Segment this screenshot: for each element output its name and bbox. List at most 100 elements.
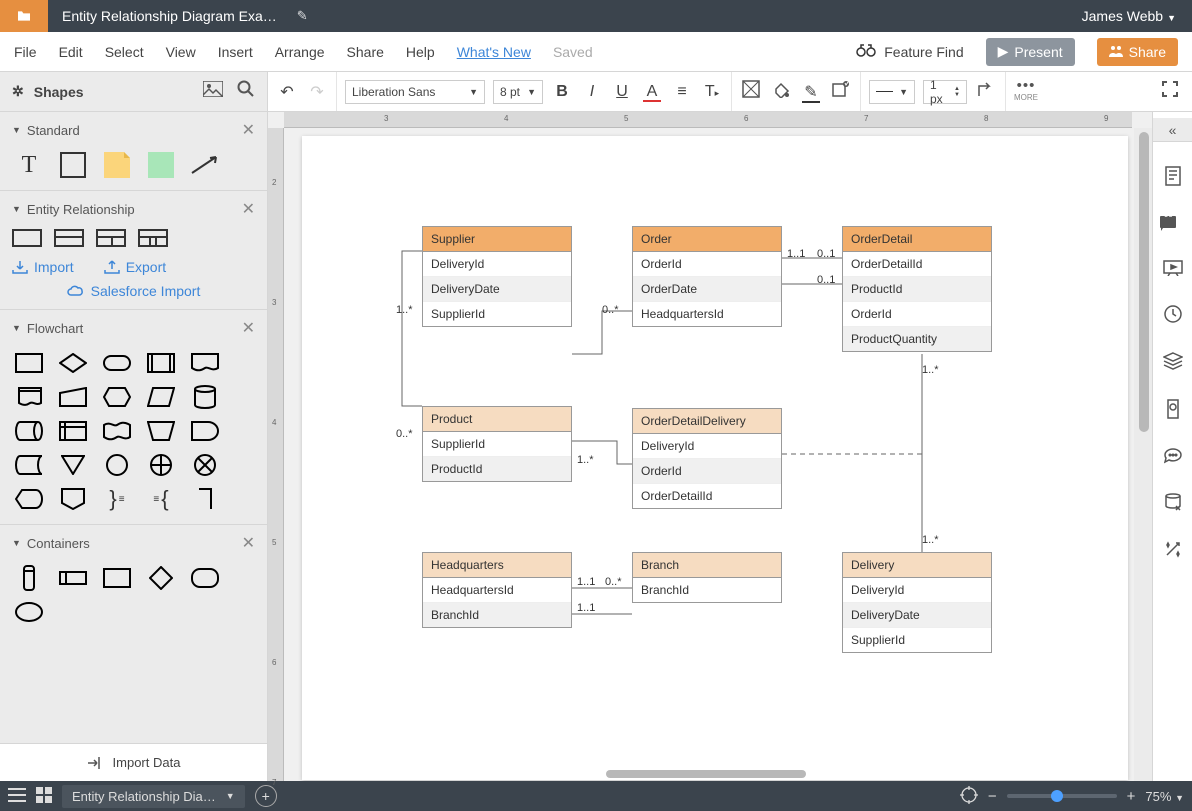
entity-order[interactable]: Order OrderId OrderDate HeadquartersId <box>632 226 782 327</box>
fc-merge[interactable] <box>58 454 88 476</box>
image-icon[interactable] <box>203 81 223 102</box>
document-title[interactable]: Entity Relationship Diagram Exa… <box>48 8 291 24</box>
presentation-icon[interactable] <box>1163 260 1183 281</box>
entity-supplier[interactable]: Supplier DeliveryId DeliveryDate Supplie… <box>422 226 572 327</box>
target-icon[interactable] <box>960 786 978 807</box>
import-data-button[interactable]: Import Data <box>0 743 267 781</box>
fc-or[interactable] <box>146 454 176 476</box>
cont-diamond[interactable] <box>146 567 176 589</box>
border-color-button[interactable]: ✎ <box>800 82 822 102</box>
master-icon[interactable] <box>1165 399 1181 424</box>
fc-paper-tape[interactable] <box>102 420 132 442</box>
chat-icon[interactable] <box>1164 448 1182 469</box>
fc-swimlane[interactable] <box>190 488 220 510</box>
cont-circle[interactable] <box>14 601 44 623</box>
entity-delivery[interactable]: Delivery DeliveryId DeliveryDate Supplie… <box>842 552 992 653</box>
line-style-select[interactable]: ▼ <box>869 80 915 104</box>
scrollbar-horizontal[interactable] <box>300 767 1112 781</box>
gear-icon[interactable]: ✲ <box>12 83 24 100</box>
fill-bucket-button[interactable] <box>770 80 792 103</box>
fc-summing[interactable] <box>190 454 220 476</box>
search-icon[interactable] <box>237 80 255 103</box>
fc-stored-data[interactable] <box>14 454 44 476</box>
menu-insert[interactable]: Insert <box>218 44 253 60</box>
text-style-button[interactable]: T▸ <box>701 83 723 101</box>
fc-delay[interactable] <box>190 420 220 442</box>
export-link[interactable]: Export <box>104 259 166 275</box>
cont-pill[interactable] <box>14 567 44 589</box>
close-icon[interactable]: ✕ <box>242 533 255 553</box>
user-menu[interactable]: James Webb▼ <box>1066 8 1192 24</box>
zoom-slider[interactable] <box>1007 794 1117 798</box>
entity-orderdetaildelivery[interactable]: OrderDetailDelivery DeliveryId OrderId O… <box>632 408 782 509</box>
section-er[interactable]: ▼Entity Relationship✕ <box>12 199 255 219</box>
menu-edit[interactable]: Edit <box>59 44 83 60</box>
zoom-in-button[interactable]: + <box>1127 788 1136 805</box>
collapse-rail-button[interactable]: « <box>1153 118 1192 142</box>
canvas-area[interactable]: 3 4 5 6 7 8 9 2 3 4 5 6 7 <box>268 112 1152 781</box>
menu-share[interactable]: Share <box>347 44 384 60</box>
fc-display[interactable] <box>14 488 44 510</box>
section-flowchart[interactable]: ▼Flowchart✕ <box>12 318 255 338</box>
block-shape[interactable] <box>58 154 88 176</box>
scrollbar-vertical[interactable] <box>1134 128 1152 781</box>
zoom-out-button[interactable]: − <box>988 788 997 805</box>
close-icon[interactable]: ✕ <box>242 120 255 140</box>
fullscreen-button[interactable] <box>1162 81 1178 102</box>
cont-rect-h[interactable] <box>58 567 88 589</box>
section-standard[interactable]: ▼Standard✕ <box>12 120 255 140</box>
text-shape[interactable]: T <box>14 154 44 176</box>
fc-note-right[interactable]: ≡{ <box>146 488 176 510</box>
note-shape[interactable] <box>102 154 132 176</box>
text-color-button[interactable]: A <box>641 83 663 101</box>
line-width-select[interactable]: 1 px▲▼ <box>923 80 967 104</box>
fc-database[interactable] <box>190 386 220 408</box>
grid-view-icon[interactable] <box>36 787 52 806</box>
fc-manual-op[interactable] <box>146 420 176 442</box>
entity-product[interactable]: Product SupplierId ProductId <box>422 406 572 482</box>
section-containers[interactable]: ▼Containers✕ <box>12 533 255 553</box>
er-entity-3col-shape[interactable] <box>138 229 168 247</box>
fc-offpage[interactable] <box>58 488 88 510</box>
hotspot-shape[interactable] <box>146 154 176 176</box>
font-select[interactable]: Liberation Sans▼ <box>345 80 485 104</box>
feature-find[interactable]: Feature Find <box>856 43 963 61</box>
doc-icon[interactable] <box>1164 166 1182 191</box>
fc-manual-input[interactable] <box>58 386 88 408</box>
entity-branch[interactable]: Branch BranchId <box>632 552 782 603</box>
align-button[interactable]: ≡ <box>671 83 693 101</box>
bold-button[interactable]: B <box>551 83 573 101</box>
fc-data[interactable] <box>146 386 176 408</box>
er-entity-shape[interactable] <box>12 229 42 247</box>
close-icon[interactable]: ✕ <box>242 199 255 219</box>
menu-arrange[interactable]: Arrange <box>275 44 325 60</box>
folder-icon[interactable] <box>0 0 48 32</box>
history-icon[interactable] <box>1164 305 1182 328</box>
fc-multidoc[interactable] <box>14 386 44 408</box>
shape-options-button[interactable] <box>830 80 852 103</box>
fc-terminator[interactable] <box>102 352 132 374</box>
redo-button[interactable]: ↷ <box>306 82 328 102</box>
add-page-button[interactable]: + <box>255 785 277 807</box>
er-entity-2col-shape[interactable] <box>96 229 126 247</box>
fc-decision[interactable] <box>58 352 88 374</box>
er-entity-fields-shape[interactable] <box>54 229 84 247</box>
entity-orderdetail[interactable]: OrderDetail OrderDetailId ProductId Orde… <box>842 226 992 352</box>
italic-button[interactable]: I <box>581 83 603 101</box>
menu-select[interactable]: Select <box>105 44 144 60</box>
zoom-level[interactable]: 75% ▼ <box>1145 789 1184 804</box>
font-size-select[interactable]: 8 pt▼ <box>493 80 543 104</box>
fc-process[interactable] <box>14 352 44 374</box>
data-icon[interactable] <box>1164 493 1182 516</box>
underline-button[interactable]: U <box>611 83 633 101</box>
fc-predefined[interactable] <box>146 352 176 374</box>
fc-connector[interactable] <box>102 454 132 476</box>
undo-button[interactable]: ↶ <box>276 82 298 102</box>
menu-help[interactable]: Help <box>406 44 435 60</box>
present-button[interactable]: ▶Present <box>986 38 1075 66</box>
share-button[interactable]: Share <box>1097 38 1178 66</box>
page-tab[interactable]: Entity Relationship Dia…▼ <box>62 785 245 808</box>
import-link[interactable]: Import <box>12 259 74 275</box>
comment-icon[interactable]: 99 <box>1159 215 1186 236</box>
list-view-icon[interactable] <box>8 788 26 805</box>
